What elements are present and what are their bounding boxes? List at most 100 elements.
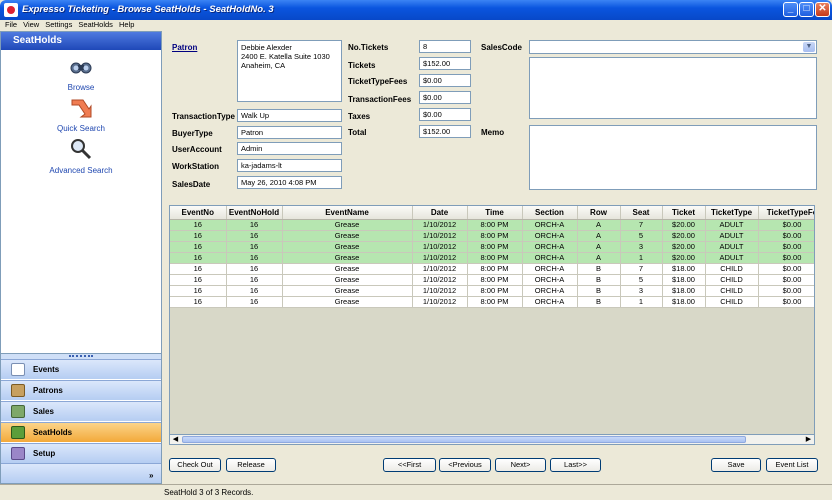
memo-field[interactable] bbox=[529, 125, 817, 190]
release-button[interactable]: Release bbox=[226, 458, 276, 472]
event-list-button[interactable]: Event List bbox=[766, 458, 818, 472]
table-row[interactable]: 16 16 Grease 1/10/2012 8:00 PM ORCH-A A 3 $20.00… bbox=[170, 241, 814, 253]
sales-date-label: SalesDate bbox=[172, 180, 211, 189]
menu-seatholds[interactable]: SeatHolds bbox=[75, 20, 116, 30]
maximize-button[interactable]: □ bbox=[799, 2, 814, 17]
buyer-type-field[interactable]: Patron bbox=[237, 126, 342, 139]
next-button[interactable]: Next> bbox=[495, 458, 546, 472]
total-label: Total bbox=[348, 128, 367, 137]
minimize-button[interactable]: _ bbox=[783, 2, 798, 17]
column-header[interactable]: Row bbox=[577, 206, 621, 220]
nav-sales[interactable]: Sales bbox=[1, 401, 161, 421]
title-bar[interactable]: Expresso Ticketing - Browse SeatHolds - … bbox=[0, 0, 832, 20]
menu-view[interactable]: View bbox=[20, 20, 42, 30]
nav-patrons[interactable]: Patrons bbox=[1, 380, 161, 400]
table-cell: B bbox=[577, 285, 621, 297]
menu-help[interactable]: Help bbox=[116, 20, 137, 30]
table-cell: 16 bbox=[226, 219, 283, 231]
seathold-icon bbox=[11, 426, 25, 439]
table-cell: A bbox=[577, 252, 621, 264]
transaction-type-field[interactable]: Walk Up bbox=[237, 109, 342, 122]
no-tickets-field[interactable]: 8 bbox=[419, 40, 471, 53]
patron-label[interactable]: Patron bbox=[172, 43, 197, 52]
table-row[interactable]: 16 16 Grease 1/10/2012 8:00 PM ORCH-A A 5 $20.00… bbox=[170, 230, 814, 242]
last-button[interactable]: Last>> bbox=[550, 458, 601, 472]
table-row[interactable]: 16 16 Grease 1/10/2012 8:00 PM ORCH-A B 1 $18.00… bbox=[170, 296, 814, 308]
table-cell: 1/10/2012 bbox=[412, 252, 468, 264]
quick-search-arrow-icon[interactable] bbox=[69, 96, 93, 120]
menu-file[interactable]: File bbox=[0, 20, 20, 30]
sales-code-select[interactable]: ▼ bbox=[529, 40, 817, 54]
table-cell: 1/10/2012 bbox=[412, 296, 468, 308]
close-button[interactable]: ✕ bbox=[815, 2, 830, 17]
chevron-more-icon[interactable]: » bbox=[149, 471, 153, 480]
table-cell: 8:00 PM bbox=[467, 263, 523, 275]
table-cell: ORCH-A bbox=[522, 263, 578, 275]
horizontal-scrollbar[interactable]: ◀ ▶ bbox=[169, 434, 815, 445]
setup-icon bbox=[11, 447, 25, 460]
table-cell: $0.00 bbox=[758, 263, 814, 275]
nav-seatholds-label: SeatHolds bbox=[33, 428, 73, 437]
table-cell: 16 bbox=[226, 274, 283, 286]
sales-date-field[interactable]: May 26, 2010 4:08 PM bbox=[237, 176, 342, 189]
user-account-field[interactable]: Admin bbox=[237, 142, 342, 155]
nav-setup[interactable]: Setup bbox=[1, 443, 161, 463]
save-button[interactable]: Save bbox=[711, 458, 761, 472]
taxes-field[interactable]: $0.00 bbox=[419, 108, 471, 121]
transaction-fees-field[interactable]: $0.00 bbox=[419, 91, 471, 104]
nav-seatholds[interactable]: SeatHolds bbox=[1, 422, 161, 442]
table-cell: ORCH-A bbox=[522, 274, 578, 286]
column-header[interactable]: EventNoHold bbox=[226, 206, 283, 220]
sales-code-notes[interactable] bbox=[529, 57, 817, 119]
column-header[interactable]: Date bbox=[412, 206, 468, 220]
column-header[interactable]: EventNo bbox=[170, 206, 227, 220]
total-field[interactable]: $152.00 bbox=[419, 125, 471, 138]
table-row[interactable]: 16 16 Grease 1/10/2012 8:00 PM ORCH-A A 1 $20.00… bbox=[170, 252, 814, 264]
table-cell: Grease bbox=[282, 219, 413, 231]
nav-events[interactable]: Events bbox=[1, 359, 161, 379]
transaction-type-label: TransactionType bbox=[172, 112, 235, 121]
browse-link[interactable]: Browse bbox=[1, 83, 161, 92]
column-header[interactable]: TicketTypeFe bbox=[758, 206, 814, 220]
magnifier-icon[interactable] bbox=[69, 137, 93, 161]
workstation-field[interactable]: ka-jadams-lt bbox=[237, 159, 342, 172]
ticket-type-fees-field[interactable]: $0.00 bbox=[419, 74, 471, 87]
advanced-search-link[interactable]: Advanced Search bbox=[1, 166, 161, 175]
scroll-left-icon[interactable]: ◀ bbox=[170, 435, 181, 444]
check-out-button[interactable]: Check Out bbox=[169, 458, 221, 472]
table-cell: 16 bbox=[170, 252, 227, 264]
memo-label: Memo bbox=[481, 128, 505, 137]
table-row[interactable]: 16 16 Grease 1/10/2012 8:00 PM ORCH-A B 7 $18.00… bbox=[170, 263, 814, 275]
table-cell: Grease bbox=[282, 230, 413, 242]
binoculars-icon[interactable] bbox=[69, 56, 93, 80]
column-header[interactable]: EventName bbox=[282, 206, 413, 220]
table-cell: 7 bbox=[620, 263, 663, 275]
column-header[interactable]: TicketType bbox=[705, 206, 759, 220]
table-row[interactable]: 16 16 Grease 1/10/2012 8:00 PM ORCH-A B 5 $18.00… bbox=[170, 274, 814, 286]
grid-body: 16 16 Grease 1/10/2012 8:00 PM ORCH-A A 7 $20.00… bbox=[170, 219, 814, 308]
chevron-down-icon[interactable]: ▼ bbox=[803, 42, 815, 52]
previous-button[interactable]: <Previous bbox=[439, 458, 491, 472]
first-button[interactable]: <<First bbox=[383, 458, 436, 472]
table-cell: 16 bbox=[226, 241, 283, 253]
patron-street: 2400 E. Katella Suite 1030 bbox=[241, 52, 330, 61]
column-header[interactable]: Section bbox=[522, 206, 578, 220]
scroll-right-icon[interactable]: ▶ bbox=[803, 435, 814, 444]
table-cell: $20.00 bbox=[662, 252, 706, 264]
table-cell: A bbox=[577, 219, 621, 231]
table-row[interactable]: 16 16 Grease 1/10/2012 8:00 PM ORCH-A B 3 $18.00… bbox=[170, 285, 814, 297]
column-header[interactable]: Seat bbox=[620, 206, 663, 220]
tickets-field[interactable]: $152.00 bbox=[419, 57, 471, 70]
sales-code-label: SalesCode bbox=[481, 43, 522, 52]
grid-header-row: EventNo EventNoHold EventName Date Time Secti… bbox=[170, 206, 814, 220]
quick-search-link[interactable]: Quick Search bbox=[1, 124, 161, 133]
menu-settings[interactable]: Settings bbox=[42, 20, 75, 30]
table-cell: ORCH-A bbox=[522, 296, 578, 308]
column-header[interactable]: Ticket bbox=[662, 206, 706, 220]
table-cell: 16 bbox=[170, 274, 227, 286]
scrollbar-thumb[interactable] bbox=[182, 436, 746, 443]
table-cell: $0.00 bbox=[758, 285, 814, 297]
table-row[interactable]: 16 16 Grease 1/10/2012 8:00 PM ORCH-A A 7 $20.00… bbox=[170, 219, 814, 231]
status-bar: SeatHold 3 of 3 Records. bbox=[162, 484, 832, 500]
column-header[interactable]: Time bbox=[467, 206, 523, 220]
